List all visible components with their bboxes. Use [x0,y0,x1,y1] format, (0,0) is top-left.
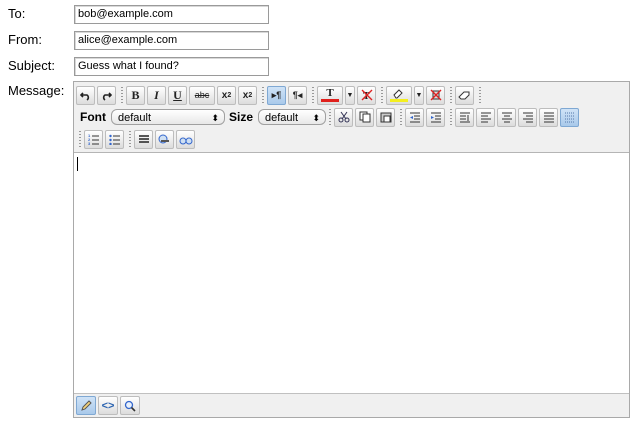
toolbar-separator [262,87,264,103]
toolbar-separator [312,87,314,103]
from-field[interactable]: alice@example.com [74,31,269,50]
toolbar-separator [450,87,452,103]
align-center-button[interactable] [497,107,517,127]
pencil-icon [80,399,92,412]
paste-button[interactable] [376,107,396,127]
undo-icon [80,90,91,101]
unordered-list-icon [108,133,121,145]
underline-button[interactable]: U [168,85,187,105]
remove-font-color-button[interactable]: T [357,85,376,105]
highlight-button[interactable] [386,85,412,105]
ltr-button[interactable]: ▸¶ [267,85,286,105]
align-center-icon [501,111,513,123]
superscript-button[interactable]: x2 [238,85,257,105]
highlighter-icon [393,88,405,99]
toolbar-row-1: B I U abc x2 x2 ▸¶ ¶◂ T ▼ T [76,84,484,106]
toolbar-row-3: 123 [76,128,197,150]
cut-button[interactable] [334,107,354,127]
redo-icon [101,90,112,101]
unordered-list-button[interactable] [105,129,124,149]
html-source-icon: <> [101,399,115,412]
horizontal-rule-button[interactable] [134,129,153,149]
align-right-icon [522,111,534,123]
toolbar-row-2: Font default ⬍ Size default ⬍ [76,106,581,128]
preview-icon [124,400,136,412]
horizontal-rule-icon [138,133,150,145]
bold-button[interactable]: B [126,85,145,105]
align-right-button[interactable] [518,107,538,127]
paragraph-align-icon [459,111,471,123]
font-color-button[interactable]: T [317,85,343,105]
subject-label: Subject: [8,58,55,73]
copy-icon [359,111,371,123]
size-select[interactable]: default ⬍ [258,109,327,125]
outdent-icon [409,111,421,123]
font-select[interactable]: default ⬍ [111,109,225,125]
align-left-icon [480,111,492,123]
ordered-list-icon: 123 [88,133,100,145]
highlight-bar [390,98,408,102]
remove-color-icon: T [361,89,373,101]
editor-toolbar: B I U abc x2 x2 ▸¶ ¶◂ T ▼ T [74,82,629,152]
undo-button[interactable] [76,85,95,105]
select-arrows-icon: ⬍ [211,113,219,123]
from-label: From: [8,32,42,47]
toolbar-separator [381,87,383,103]
to-field[interactable]: bob@example.com [74,5,269,24]
text-caret [77,157,78,171]
rtl-button[interactable]: ¶◂ [288,85,307,105]
strikethrough-button[interactable]: abc [189,85,215,105]
justify-button[interactable] [539,107,559,127]
remove-highlight-button[interactable] [426,85,445,105]
link-icon [158,133,172,145]
font-color-dropdown[interactable]: ▼ [345,85,355,105]
to-label: To: [8,6,26,21]
message-body[interactable] [74,152,629,395]
italic-button[interactable]: I [147,85,166,105]
font-select-value: default [118,112,152,124]
font-color-letter: T [326,87,334,99]
select-arrows-icon: ⬍ [312,113,321,123]
highlight-dropdown[interactable]: ▼ [414,85,424,105]
insert-link-button[interactable] [155,129,174,149]
rich-text-editor: B I U abc x2 x2 ▸¶ ¶◂ T ▼ T [73,81,630,418]
toolbar-separator [129,131,131,147]
eraser-button[interactable] [455,85,474,105]
toolbar-separator [400,109,403,125]
subscript-button[interactable]: x2 [217,85,236,105]
font-color-bar [321,99,339,102]
size-label: Size [229,110,254,124]
subject-field[interactable]: Guess what I found? [74,57,269,76]
align-none-icon [564,111,576,123]
outdent-button[interactable] [405,107,425,127]
size-select-value: default [265,112,299,124]
indent-button[interactable] [426,107,446,127]
align-none-button[interactable] [560,107,580,127]
ordered-list-button[interactable]: 123 [84,129,103,149]
toolbar-separator [329,109,332,125]
indent-icon [430,111,442,123]
toolbar-separator [479,87,481,103]
copy-button[interactable] [355,107,375,127]
message-label: Message: [8,83,65,98]
unlink-icon [179,133,193,145]
remove-highlight-icon [430,89,442,101]
preview-mode-button[interactable] [120,396,140,415]
design-mode-button[interactable] [76,396,96,415]
toolbar-separator [121,87,123,103]
toolbar-separator [79,131,81,147]
justify-icon [543,111,555,123]
html-mode-button[interactable]: <> [98,396,118,415]
editor-mode-bar: <> [74,393,629,417]
scissors-icon [338,111,350,123]
align-left-button[interactable] [476,107,496,127]
svg-text:3: 3 [88,141,91,145]
eraser-icon [458,90,471,100]
toolbar-separator [450,109,453,125]
paste-icon [380,111,392,123]
font-label: Font [80,110,106,124]
align-paragraph-button[interactable] [455,107,475,127]
redo-button[interactable] [97,85,116,105]
unlink-button[interactable] [176,129,195,149]
